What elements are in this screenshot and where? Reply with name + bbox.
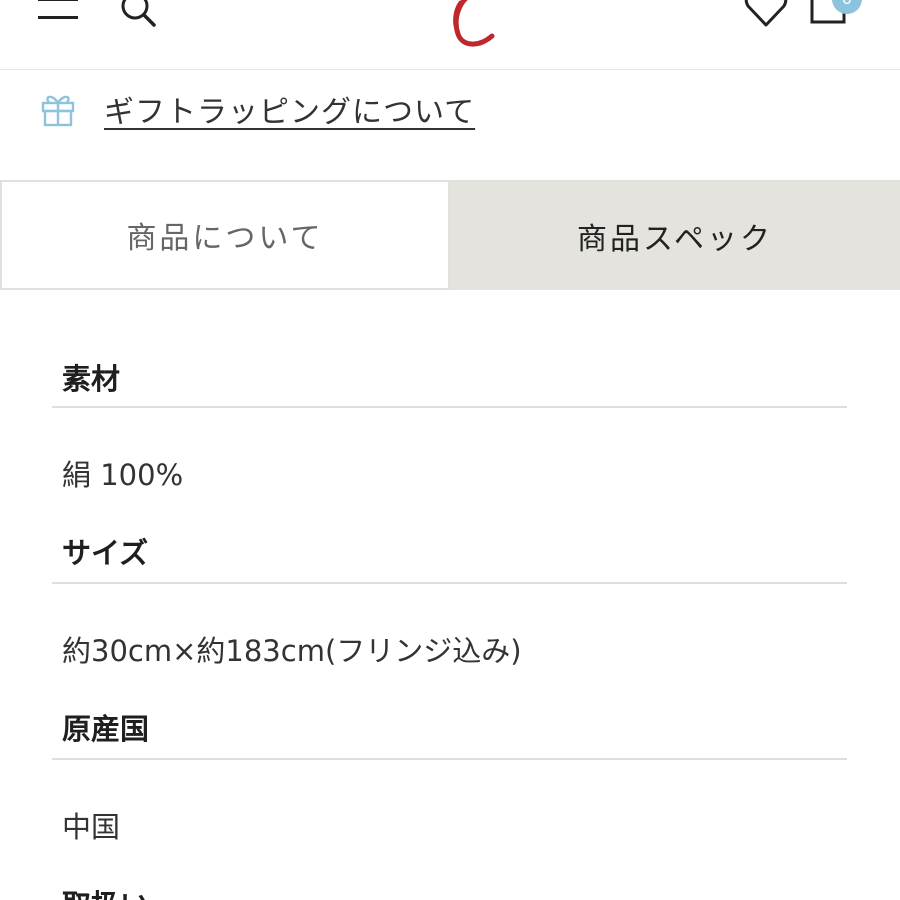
spec-value-material: 絹 100% xyxy=(62,458,184,492)
spec-value-origin: 中国 xyxy=(62,810,121,844)
brand-logo[interactable] xyxy=(440,0,510,52)
spec-value-size: 約30cm×約183cm(フリンジ込み) xyxy=(62,634,522,668)
search-icon[interactable] xyxy=(118,0,158,28)
page: 0 ギフトラッピングについて 商品について 商品スペック 素材 絹 100% サ… xyxy=(0,0,900,900)
spec-label-origin: 原産国 xyxy=(62,712,150,746)
menu-icon[interactable] xyxy=(38,0,80,26)
spec-divider xyxy=(52,582,847,584)
tab-product-about[interactable]: 商品について xyxy=(0,180,450,290)
spec-divider xyxy=(52,406,847,408)
heart-icon[interactable] xyxy=(744,0,788,28)
gift-wrapping-link[interactable]: ギフトラッピングについて xyxy=(104,87,475,131)
spec-divider xyxy=(52,758,847,760)
header: 0 xyxy=(0,0,900,70)
product-tabs: 商品について 商品スペック xyxy=(0,180,900,290)
spec-label-material: 素材 xyxy=(62,362,121,396)
spec-label-care: 取扱い xyxy=(62,882,149,900)
gift-wrapping-row: ギフトラッピングについて xyxy=(40,84,475,134)
spec-label-size: サイズ xyxy=(62,536,149,570)
gift-icon xyxy=(41,95,75,127)
tab-product-specs[interactable]: 商品スペック xyxy=(450,180,900,290)
